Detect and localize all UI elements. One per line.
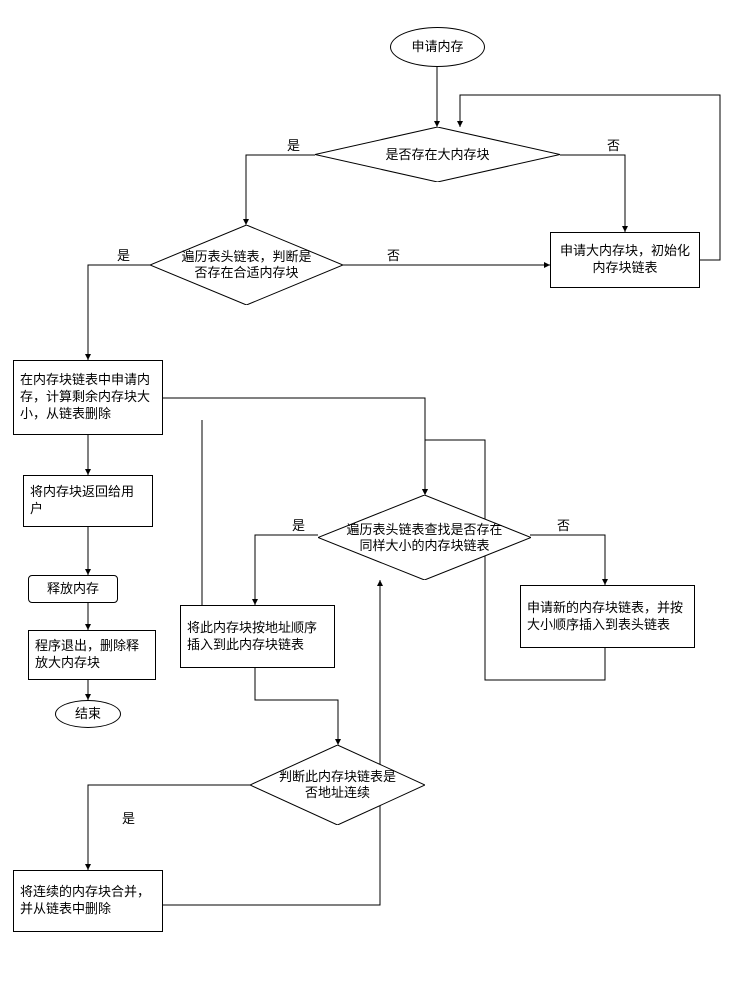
- end-label: 结束: [75, 706, 101, 723]
- process-exit-release: 程序退出，删除释放大内存块: [28, 630, 156, 680]
- label-d4-yes: 是: [120, 808, 137, 827]
- process-new-list-insert-header: 申请新的内存块链表，并按大小顺序插入到表头链表: [520, 585, 695, 648]
- label-d1-no: 否: [605, 135, 622, 154]
- label-d3-yes: 是: [290, 515, 307, 534]
- d3-text: 遍历表头链表查找是否存在同样大小的内存块链表: [345, 521, 505, 554]
- p1-text: 申请大内存块，初始化内存块链表: [557, 243, 693, 277]
- label-d3-no: 否: [555, 515, 572, 534]
- start-terminal: 申请内存: [390, 27, 485, 67]
- start-label: 申请内存: [411, 39, 463, 56]
- process-free-memory: 释放内存: [28, 575, 118, 603]
- decision-same-size-list: 遍历表头链表查找是否存在同样大小的内存块链表: [318, 495, 531, 580]
- p5-text: 程序退出，删除释放大内存块: [35, 638, 149, 672]
- process-merge-blocks: 将连续的内存块合并，并从链表中删除: [13, 870, 163, 932]
- process-alloc-from-list: 在内存块链表中申请内存，计算剩余内存块大小，从链表删除: [13, 360, 163, 435]
- p3-text: 将内存块返回给用户: [30, 484, 146, 518]
- d2-text: 遍历表头链表，判断是否存在合适内存块: [179, 249, 314, 282]
- p6-text: 将此内存块按地址顺序插入到此内存块链表: [187, 620, 328, 654]
- decision-large-block-exists: 是否存在大内存块: [315, 127, 560, 182]
- p2-text: 在内存块链表中申请内存，计算剩余内存块大小，从链表删除: [20, 372, 156, 423]
- end-terminal: 结束: [55, 700, 121, 728]
- label-d2-no: 否: [385, 245, 402, 264]
- decision-suitable-block: 遍历表头链表，判断是否存在合适内存块: [150, 225, 343, 305]
- process-insert-by-address: 将此内存块按地址顺序插入到此内存块链表: [180, 605, 335, 668]
- decision-address-contiguous: 判断此内存块链表是否地址连续: [250, 745, 425, 825]
- process-return-block: 将内存块返回给用户: [23, 475, 153, 527]
- p4-text: 释放内存: [47, 581, 99, 598]
- d4-text: 判断此内存块链表是否地址连续: [276, 769, 399, 802]
- label-d2-yes: 是: [115, 245, 132, 264]
- p8-text: 将连续的内存块合并，并从链表中删除: [20, 884, 156, 918]
- process-alloc-large-init: 申请大内存块，初始化内存块链表: [550, 232, 700, 288]
- d1-text: 是否存在大内存块: [352, 146, 524, 162]
- p7-text: 申请新的内存块链表，并按大小顺序插入到表头链表: [527, 600, 688, 634]
- label-d1-yes: 是: [285, 135, 302, 154]
